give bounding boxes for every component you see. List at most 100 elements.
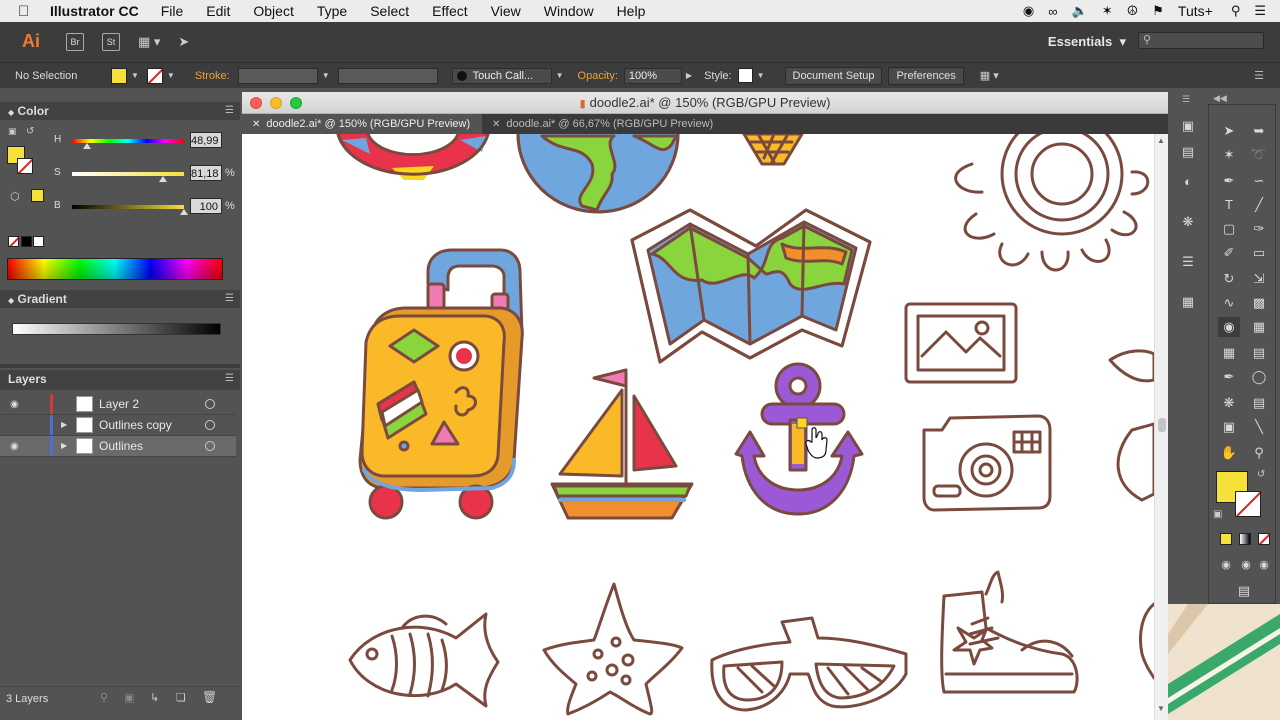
- stroke-dropdown-icon[interactable]: ▼: [167, 71, 175, 80]
- help-search-input[interactable]: ⚲: [1138, 32, 1264, 49]
- new-layer-icon[interactable]: ❏: [176, 691, 186, 704]
- collapse-icon[interactable]: ◆: [8, 296, 14, 305]
- life-ring-doodle[interactable]: [336, 134, 490, 180]
- perspective-grid-tool-icon[interactable]: ▦: [1248, 317, 1270, 337]
- blend-tool-icon[interactable]: ◯: [1248, 367, 1270, 387]
- blob-brush-tool-icon[interactable]: ✐: [1218, 243, 1240, 263]
- stroke-weight-input[interactable]: [237, 67, 318, 84]
- gradient-bar[interactable]: [12, 323, 221, 335]
- menu-effect[interactable]: Effect: [432, 3, 468, 19]
- variable-width-profile[interactable]: [337, 67, 438, 84]
- color-spectrum-bar[interactable]: [7, 258, 223, 280]
- brush-definition[interactable]: Touch Call...: [451, 67, 552, 84]
- opacity-label[interactable]: Opacity:: [578, 70, 618, 82]
- fill-swatch[interactable]: [111, 67, 127, 84]
- clipping-mask-icon[interactable]: ▣: [124, 691, 134, 704]
- preferences-button[interactable]: Preferences: [888, 66, 964, 85]
- menu-type[interactable]: Type: [317, 3, 347, 19]
- saturation-slider[interactable]: [72, 172, 184, 176]
- libraries-icon[interactable]: ▤: [1177, 142, 1199, 162]
- bluetooth-icon[interactable]: ✶: [1102, 3, 1113, 19]
- picture-frame-doodle[interactable]: [904, 302, 1018, 384]
- starfish-doodle[interactable]: [542, 582, 684, 716]
- fish-doodle[interactable]: [348, 612, 500, 708]
- line-tool-icon[interactable]: ╱: [1248, 195, 1270, 215]
- shape-builder-tool-icon[interactable]: ◉: [1218, 317, 1240, 337]
- new-sublayer-icon[interactable]: ↳: [150, 691, 159, 704]
- hue-value-input[interactable]: 48,99: [190, 132, 222, 148]
- apple-icon[interactable]: : [18, 3, 36, 20]
- white-swatch[interactable]: [33, 236, 44, 247]
- arrange-icon[interactable]: ▦ ▾: [980, 69, 999, 82]
- layer-target-icon[interactable]: [205, 441, 215, 451]
- strip-menu-icon[interactable]: ☰: [1182, 94, 1190, 105]
- close-window-button[interactable]: [250, 97, 262, 109]
- color-mode-button[interactable]: [1220, 533, 1232, 545]
- menu-object[interactable]: Object: [253, 3, 293, 19]
- menu-file[interactable]: File: [161, 3, 184, 19]
- assets-icon[interactable]: ▣: [1177, 116, 1199, 136]
- notification-list-icon[interactable]: ☰: [1254, 3, 1266, 19]
- sun-doodle[interactable]: [954, 134, 1150, 272]
- rectangle-tool-icon[interactable]: ▢: [1218, 219, 1240, 239]
- expand-layer-icon[interactable]: ▶: [61, 420, 67, 429]
- brush-dropdown-icon[interactable]: ▼: [556, 71, 564, 80]
- gradient-panel-header[interactable]: ◆ Gradient ☰: [0, 290, 240, 308]
- stroke-weight-dropdown-icon[interactable]: ▼: [322, 71, 330, 80]
- map-doodle[interactable]: [630, 208, 872, 364]
- globe-doodle[interactable]: [516, 134, 680, 214]
- saturation-slider-thumb[interactable]: [158, 176, 167, 182]
- layer-name[interactable]: Layer 2: [99, 397, 139, 411]
- stock-button[interactable]: St: [102, 33, 120, 51]
- vertical-scrollbar[interactable]: ▲ ▼: [1154, 134, 1168, 720]
- align-icon[interactable]: ☰: [1177, 252, 1199, 272]
- menu-window[interactable]: Window: [544, 3, 594, 19]
- gradient-mode-button[interactable]: [1239, 533, 1251, 545]
- tab-doodle[interactable]: ✕ doodle.ai* @ 66,67% (RGB/GPU Preview): [482, 114, 722, 134]
- visibility-eye-icon[interactable]: ◉: [10, 441, 19, 452]
- symbols-icon[interactable]: ❋: [1177, 212, 1199, 232]
- color-panel-menu-icon[interactable]: ☰: [225, 102, 234, 120]
- stroke-none-indicator[interactable]: [1235, 491, 1261, 517]
- direct-selection-tool-icon[interactable]: ➥: [1248, 121, 1270, 141]
- spotlight-search-icon[interactable]: ⚲: [1231, 3, 1241, 19]
- sunglasses-doodle[interactable]: [710, 616, 908, 712]
- collapse-icon[interactable]: ◆: [8, 108, 14, 117]
- flag-icon[interactable]: ⚑: [1152, 3, 1164, 19]
- stroke-swatch[interactable]: [146, 67, 163, 84]
- default-colors-icon[interactable]: ▣: [1213, 509, 1222, 520]
- artboard-canvas[interactable]: [242, 134, 1154, 720]
- pen-tool-icon[interactable]: ✒: [1218, 171, 1240, 191]
- layer-name[interactable]: Outlines: [99, 439, 143, 453]
- menu-edit[interactable]: Edit: [206, 3, 230, 19]
- opacity-arrow-icon[interactable]: ▶: [686, 71, 692, 80]
- symbol-sprayer-tool-icon[interactable]: ❋: [1218, 393, 1240, 413]
- control-panel-menu-icon[interactable]: ☰: [1254, 69, 1264, 82]
- gpu-performance-icon[interactable]: ➤: [178, 34, 189, 50]
- anchor-doodle[interactable]: [734, 362, 864, 516]
- black-swatch[interactable]: [21, 236, 32, 247]
- leaf-doodle[interactable]: [1108, 349, 1154, 502]
- eraser-tool-icon[interactable]: ▭: [1248, 243, 1270, 263]
- sneaker-doodle[interactable]: [940, 570, 1079, 694]
- fill-dropdown-icon[interactable]: ▼: [131, 71, 139, 80]
- hue-slider-thumb[interactable]: [83, 143, 92, 149]
- layer-row[interactable]: ◉ Layer 2: [0, 394, 236, 415]
- brightness-value-input[interactable]: 100: [190, 198, 222, 214]
- scroll-up-icon[interactable]: ▲: [1157, 136, 1165, 145]
- zoom-window-button[interactable]: [290, 97, 302, 109]
- draw-inside-icon[interactable]: ◉: [1253, 555, 1275, 575]
- layer-row[interactable]: ◉ ▶ Outlines: [0, 436, 236, 457]
- arrange-documents-icon[interactable]: ▦ ▾: [138, 34, 160, 50]
- hand-tool-icon[interactable]: ✋: [1218, 443, 1240, 463]
- gradient-panel-menu-icon[interactable]: ☰: [225, 290, 234, 308]
- close-tab-icon[interactable]: ✕: [492, 119, 500, 130]
- visibility-eye-icon[interactable]: ◉: [10, 399, 19, 410]
- brightness-slider-thumb[interactable]: [180, 209, 188, 215]
- zoom-tool-icon[interactable]: ⚲: [1248, 443, 1270, 463]
- cc-icon[interactable]: ∞: [1048, 4, 1057, 19]
- swap-colors-icon[interactable]: ↺: [1257, 469, 1265, 480]
- artboard-tool-icon[interactable]: ▣: [1218, 417, 1240, 437]
- drawing-modes-icon[interactable]: ◉: [1215, 555, 1237, 575]
- tools-collapse-icon[interactable]: ◀◀: [1213, 93, 1227, 104]
